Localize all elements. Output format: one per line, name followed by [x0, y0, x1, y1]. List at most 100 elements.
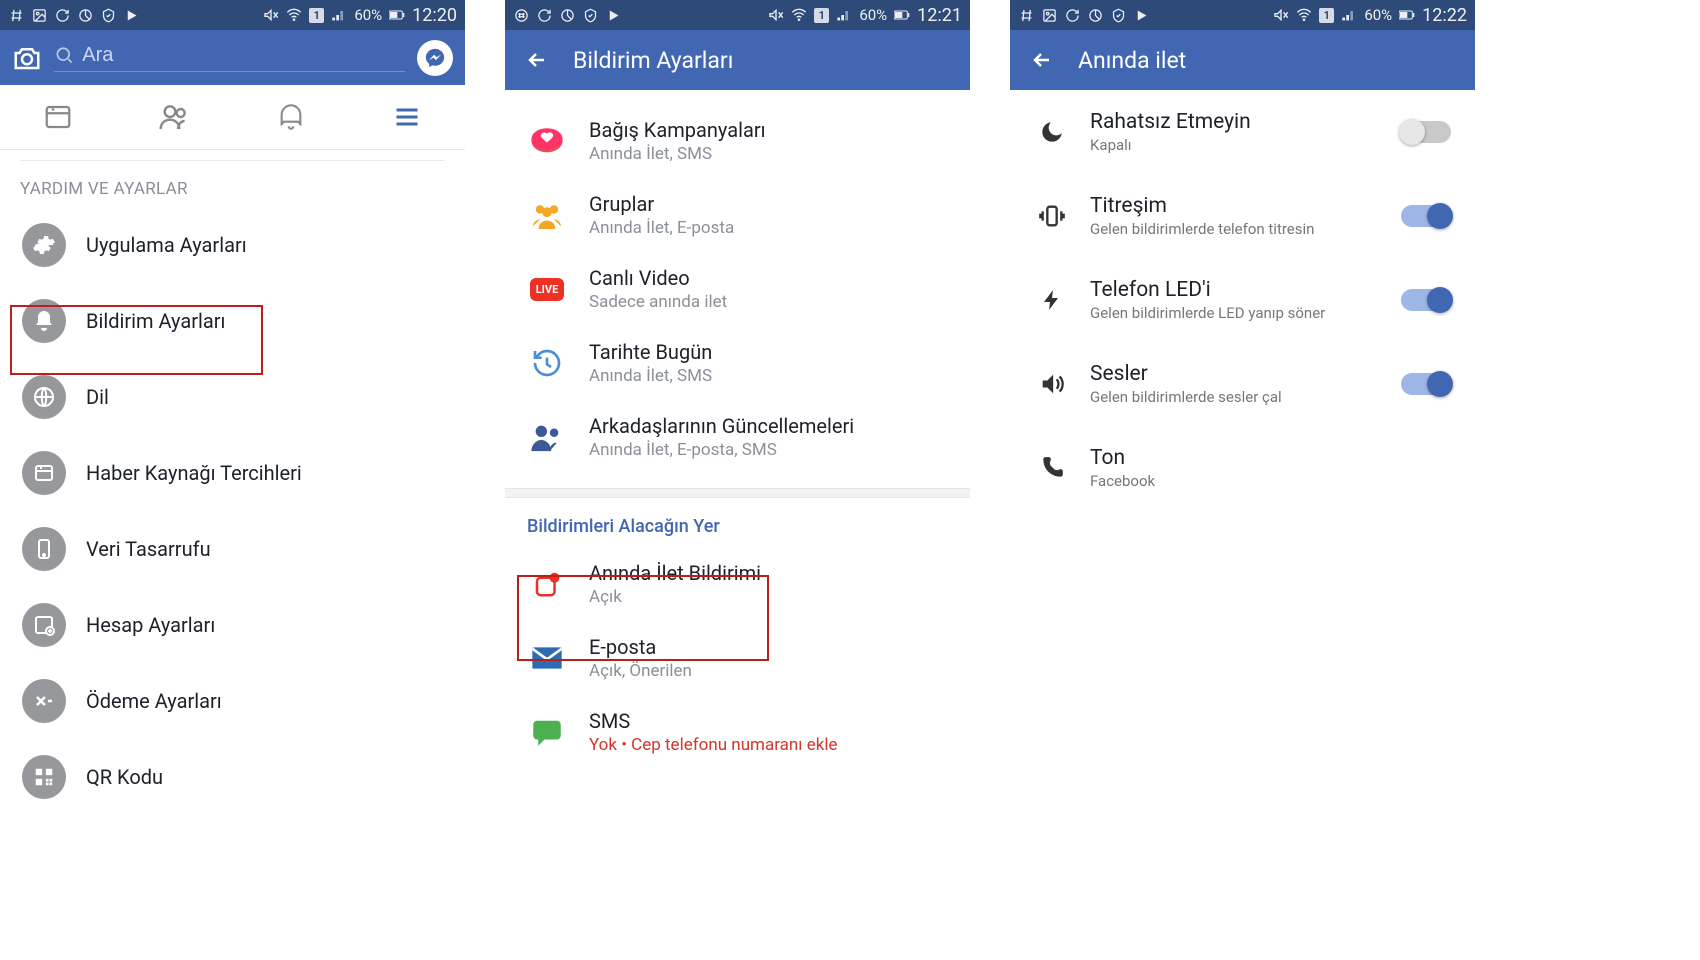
status-bar: 1 60% 12:21 [505, 0, 970, 30]
qr-icon [22, 755, 66, 799]
wifi-icon [286, 7, 302, 23]
battery-percent: 60% [1364, 6, 1392, 24]
subheader: Anında ilet [1010, 30, 1475, 90]
menu-label: Veri Tasarrufu [86, 537, 211, 561]
menu-uygulama-ayarlari[interactable]: Uygulama Ayarları [0, 207, 465, 283]
mail-icon [525, 636, 569, 680]
menu-haber-kaynagi[interactable]: Haber Kaynağı Tercihleri [0, 435, 465, 511]
menu-label: Dil [86, 385, 109, 409]
search-wrap[interactable] [54, 44, 405, 72]
row-title: Titreşim [1090, 194, 1381, 218]
sync-icon [536, 7, 552, 23]
tab-feed[interactable] [38, 97, 78, 137]
row-vibrate[interactable]: TitreşimGelen bildirimlerde telefon titr… [1010, 174, 1475, 258]
row-title: Ton [1090, 446, 1451, 470]
hash-icon [8, 7, 24, 23]
row-bagis[interactable]: Bağış KampanyalarıAnında İlet, SMS [505, 104, 970, 178]
menu-dil[interactable]: Dil [0, 359, 465, 435]
screen-2: 1 60% 12:21 Bildirim Ayarları Bağış Kamp… [505, 0, 970, 800]
push-icon [525, 562, 569, 606]
row-title: Telefon LED'i [1090, 278, 1381, 302]
clock-text: 12:22 [1422, 5, 1467, 26]
subheader: Bildirim Ayarları [505, 30, 970, 90]
phone-icon [22, 527, 66, 571]
menu-odeme-ayarlari[interactable]: Ödeme Ayarları [0, 663, 465, 739]
pie-icon [77, 7, 93, 23]
screen-3: 1 60% 12:22 Anında ilet Rahatsız Etmeyin… [1010, 0, 1475, 800]
phone-handset-icon [1034, 450, 1070, 486]
messenger-icon[interactable] [417, 40, 453, 76]
toggle-vibrate[interactable] [1401, 205, 1451, 227]
row-title: Arkadaşlarının Güncellemeleri [589, 414, 950, 438]
heart-coin-icon [525, 119, 569, 163]
row-eposta[interactable]: E-postaAçık, Önerilen [505, 621, 970, 695]
row-title: Sesler [1090, 362, 1381, 386]
search-icon [54, 44, 74, 66]
row-title: Rahatsız Etmeyin [1090, 110, 1381, 134]
live-icon: LIVE [525, 267, 569, 311]
camera-icon[interactable] [12, 43, 42, 73]
row-dnd[interactable]: Rahatsız Etmeyin Kapalı [1010, 90, 1475, 174]
row-arkadas-guncel[interactable]: Arkadaşlarının GüncellemeleriAnında İlet… [505, 400, 970, 474]
page-title: Bildirim Ayarları [573, 47, 733, 74]
row-title: Bağış Kampanyaları [589, 118, 950, 142]
row-tarihte-bugun[interactable]: Tarihte BugünAnında İlet, SMS [505, 326, 970, 400]
row-gruplar[interactable]: GruplarAnında İlet, E-posta [505, 178, 970, 252]
toggle-led[interactable] [1401, 289, 1451, 311]
globe-icon [22, 375, 66, 419]
mute-icon [768, 7, 784, 23]
row-sub: Anında İlet, SMS [589, 366, 950, 386]
sms-icon [525, 710, 569, 754]
settings-menu: Uygulama Ayarları Bildirim Ayarları Dil … [0, 207, 465, 800]
account-icon [22, 603, 66, 647]
row-canli-video[interactable]: LIVE Canlı VideoSadece anında ilet [505, 252, 970, 326]
clock-text: 12:20 [412, 5, 457, 26]
tabs [0, 85, 465, 150]
row-sub: Anında İlet, E-posta [589, 218, 950, 238]
section-header: YARDIM VE AYARLAR [0, 161, 465, 207]
row-sub: Açık [589, 587, 950, 607]
pie-icon [559, 7, 575, 23]
row-sub: Gelen bildirimlerde sesler çal [1090, 388, 1381, 406]
tab-friends[interactable] [154, 97, 194, 137]
row-aninda-ilet[interactable]: Anında İlet BildirimiAçık [505, 547, 970, 621]
search-input[interactable] [82, 44, 405, 67]
shield-icon [1110, 7, 1126, 23]
status-bar: 1 60% 12:20 [0, 0, 465, 30]
play-icon [605, 7, 621, 23]
friends-icon [525, 415, 569, 459]
signal-icon [331, 7, 347, 23]
credit-icon [22, 679, 66, 723]
menu-label: Uygulama Ayarları [86, 233, 247, 257]
toggle-sounds[interactable] [1401, 373, 1451, 395]
shield-icon [582, 7, 598, 23]
tab-menu[interactable] [387, 97, 427, 137]
pie-icon [1087, 7, 1103, 23]
battery-icon [1399, 7, 1415, 23]
row-sms[interactable]: SMSYok • Cep telefonu numaranı ekle [505, 695, 970, 769]
notification-categories: Bağış KampanyalarıAnında İlet, SMS Grupl… [505, 90, 970, 488]
vibrate-icon [1034, 198, 1070, 234]
bell-icon [22, 299, 66, 343]
row-led[interactable]: Telefon LED'iGelen bildirimlerde LED yan… [1010, 258, 1475, 342]
mute-icon [1273, 7, 1289, 23]
row-tone[interactable]: TonFacebook [1010, 426, 1475, 510]
screen-1: 1 60% 12:20 YARDIM VE AYARLAR Uygulama A [0, 0, 465, 800]
menu-qr-kodu[interactable]: QR Kodu [0, 739, 465, 800]
row-sounds[interactable]: Sesler Gelen bildirimlerde sesler çal [1010, 342, 1475, 426]
back-arrow-icon[interactable] [525, 48, 549, 72]
battery-icon [389, 7, 405, 23]
battery-percent: 60% [354, 6, 382, 24]
status-bar: 1 60% 12:22 [1010, 0, 1475, 30]
toggle-dnd[interactable] [1401, 121, 1451, 143]
signal-icon [836, 7, 852, 23]
menu-veri-tasarrufu[interactable]: Veri Tasarrufu [0, 511, 465, 587]
row-title: E-posta [589, 635, 950, 659]
menu-bildirim-ayarlari[interactable]: Bildirim Ayarları [0, 283, 465, 359]
menu-hesap-ayarlari[interactable]: Hesap Ayarları [0, 587, 465, 663]
delivery-list: Anında İlet BildirimiAçık E-postaAçık, Ö… [505, 543, 970, 783]
row-title: Canlı Video [589, 266, 950, 290]
back-arrow-icon[interactable] [1030, 48, 1054, 72]
row-sub: Kapalı [1090, 136, 1381, 154]
tab-notifications[interactable] [271, 97, 311, 137]
